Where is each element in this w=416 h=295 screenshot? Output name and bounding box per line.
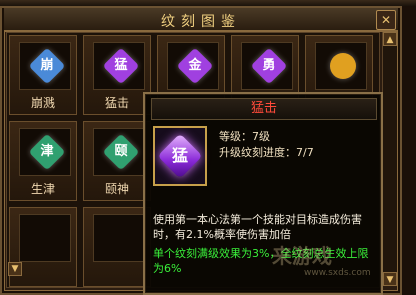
engraving-gem-icon: 猛 — [157, 133, 203, 179]
item-slot: 猛 — [93, 42, 145, 90]
watermark-logo: 来游戏 — [272, 244, 332, 268]
close-button[interactable]: ✕ — [376, 10, 396, 30]
grid-item[interactable]: 津 生津 — [9, 121, 77, 201]
item-slot: 金 — [167, 42, 219, 90]
engraving-gem-icon: 颐 — [102, 133, 140, 171]
engraving-tooltip: 猛击 猛 等级：7级 升级纹刻进度：7/7 使用第一本心法第一个技能对目标造成伤… — [143, 92, 383, 295]
item-slot — [315, 42, 367, 90]
grid-item[interactable] — [83, 207, 151, 287]
item-label: 猛击 — [104, 96, 129, 110]
watermark-url: www.sxds.com — [304, 268, 371, 278]
scroll-up-arrow-icon[interactable]: ▲ — [383, 32, 397, 46]
scrollbar[interactable]: ▲ ▼ — [382, 32, 397, 286]
tooltip-progress: 升级纹刻进度：7/7 — [219, 146, 314, 159]
engraving-gem-icon: 猛 — [102, 47, 140, 85]
grid-item[interactable]: 猛 猛击 — [83, 35, 151, 115]
item-slot: 津 — [19, 128, 71, 176]
grid-item[interactable]: 崩 崩溅 — [9, 35, 77, 115]
item-label: 生津 — [30, 182, 55, 196]
engraving-gem-icon: 津 — [28, 133, 66, 171]
item-slot: 勇 — [241, 42, 293, 90]
item-slot — [19, 214, 71, 262]
engraving-gem-icon — [324, 47, 362, 85]
scroll-down-left-arrow-icon[interactable]: ▼ — [8, 262, 22, 276]
engraving-gem-icon: 崩 — [28, 47, 66, 85]
grid-item[interactable]: 颐 颐神 — [83, 121, 151, 201]
item-slot — [93, 214, 145, 262]
scroll-down-arrow-icon[interactable]: ▼ — [383, 272, 397, 286]
item-slot: 崩 — [19, 42, 71, 90]
window-titlebar: 纹刻图鉴 — [4, 8, 398, 32]
tooltip-title: 猛击 — [250, 101, 277, 116]
engraving-gem-icon: 勇 — [250, 47, 288, 85]
window-title: 纹刻图鉴 — [161, 14, 241, 30]
item-label: 崩溅 — [30, 96, 55, 110]
tooltip-icon-frame: 猛 — [153, 126, 207, 186]
item-slot: 颐 — [93, 128, 145, 176]
tooltip-description: 使用第一本心法第一个技能对目标造成伤害时，有2.1%概率使伤害加倍 — [153, 213, 362, 241]
tooltip-level: 等级：7级 — [219, 130, 270, 143]
item-label: 颐神 — [104, 182, 129, 196]
tooltip-title-bar: 猛击 — [151, 98, 377, 120]
engraving-gem-icon: 金 — [176, 47, 214, 85]
